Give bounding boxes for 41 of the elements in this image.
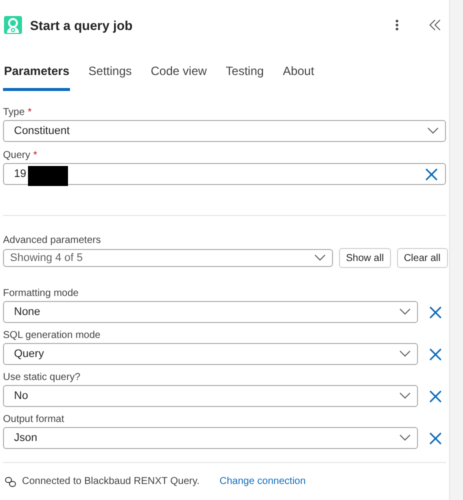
dropdown[interactable]: No [3, 385, 418, 407]
more-icon [395, 19, 399, 31]
field-label: SQL generation mode [3, 330, 102, 341]
app-logo-icon [4, 16, 22, 34]
input-field[interactable]: 19 [3, 163, 446, 185]
close-icon [428, 306, 442, 318]
field-label: Output format [3, 414, 66, 425]
field-label: Query * [3, 150, 38, 161]
chevron-down-icon [399, 350, 411, 358]
change-connection-link[interactable]: Change connection [220, 476, 306, 487]
chevron-down-icon [314, 254, 326, 262]
tab[interactable]: About [282, 64, 316, 91]
tab[interactable]: Testing [224, 64, 265, 91]
close-icon [428, 348, 442, 360]
tab[interactable]: Settings [87, 64, 133, 91]
action-button[interactable]: Clear all [396, 248, 448, 268]
required-marker: * [33, 150, 38, 161]
close-icon [428, 432, 442, 444]
close-icon [424, 168, 438, 180]
dropdown[interactable]: Showing 4 of 5 [3, 249, 333, 267]
dropdown[interactable]: None [3, 301, 418, 323]
chevron-down-icon [427, 127, 439, 135]
dropdown[interactable]: Query [3, 343, 418, 365]
chevron-down-icon [399, 308, 411, 316]
link-icon [5, 476, 16, 486]
field-label: Use static query? [3, 372, 82, 383]
field-label: Type * [3, 107, 33, 118]
panel-title: Start a query job [30, 18, 134, 32]
tab[interactable]: Parameters [3, 64, 70, 91]
double-chevron-icon [429, 19, 441, 31]
tab[interactable]: Code view [150, 64, 208, 91]
close-icon [428, 390, 442, 402]
required-marker: * [28, 107, 32, 118]
field-label: Formatting mode [3, 288, 80, 299]
section-label: Advanced parameters [3, 235, 102, 246]
chevron-down-icon [399, 434, 411, 442]
action-button[interactable]: Show all [339, 248, 391, 268]
chevron-down-icon [399, 392, 411, 400]
dropdown[interactable]: Constituent [3, 120, 446, 142]
connection-status: Connected to Blackbaud RENXT Query. [22, 476, 200, 487]
dropdown[interactable]: Json [3, 427, 418, 449]
